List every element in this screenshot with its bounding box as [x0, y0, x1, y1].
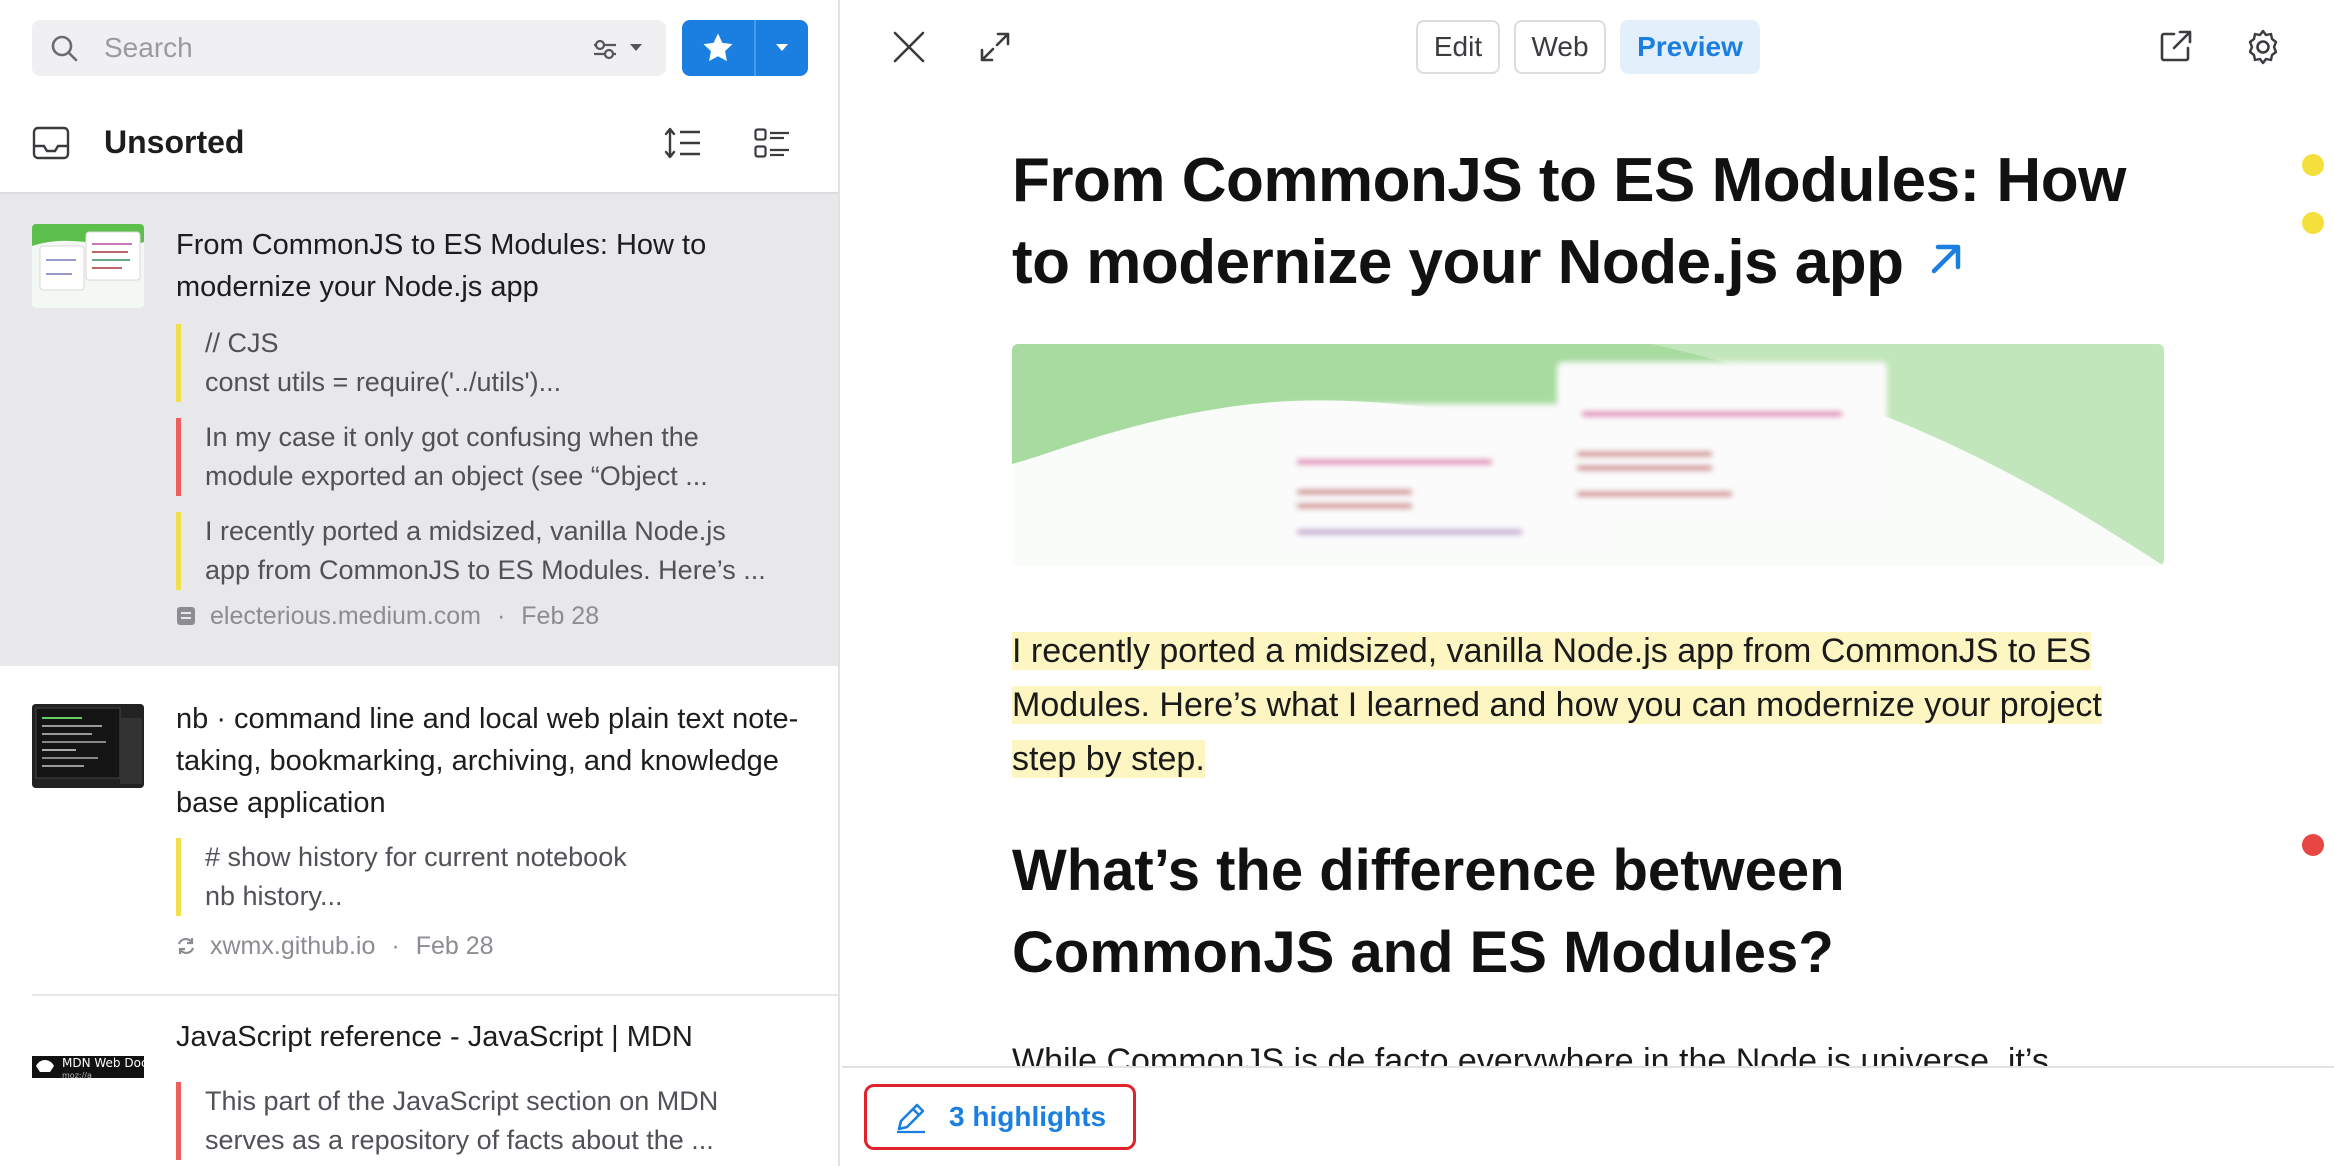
highlight-text: app from CommonJS to ES Modules. Here’s … [205, 555, 766, 585]
item-meta: xwmx.github.io · Feb 28 [176, 932, 494, 961]
article-title: From CommonJS to ES Modules: How to mode… [1012, 140, 2172, 304]
star-icon[interactable] [682, 20, 754, 76]
filter-icon[interactable] [592, 36, 618, 62]
item-highlight: In my case it only got confusing when th… [176, 418, 806, 496]
highlight-text: const utils = require('../utils')... [205, 367, 562, 397]
add-menu-dropdown[interactable] [756, 20, 808, 76]
article-heading: What’s the difference between CommonJS a… [1012, 838, 1845, 985]
highlight-text: In my case it only got confusing when th… [205, 422, 699, 452]
reader-footer: 3 highlights [842, 1066, 2334, 1166]
highlight-marker[interactable] [2302, 834, 2324, 856]
svg-text:MDN Web Docs: MDN Web Docs [62, 1056, 144, 1070]
item-domain: electerious.medium.com [210, 602, 481, 630]
item-title: From CommonJS to ES Modules: How to mode… [176, 229, 707, 303]
separator-dot: · [391, 932, 400, 960]
article-header: From CommonJS to ES Modules: How to mode… [1012, 140, 2172, 304]
item-thumbnail [32, 704, 144, 788]
edit-button[interactable]: Edit [1416, 20, 1500, 74]
close-icon[interactable] [892, 30, 926, 64]
view-mode-icon[interactable] [754, 128, 790, 158]
item-thumbnail: MDN Web Docsmoz://a [32, 1052, 144, 1082]
collection-header: Unsorted [0, 112, 838, 192]
article-icon [177, 607, 195, 625]
highlights-button[interactable]: 3 highlights [864, 1084, 1136, 1150]
item-thumbnail [32, 224, 144, 308]
external-link-arrow-icon[interactable] [1924, 237, 1968, 281]
highlights-label: 3 highlights [949, 1101, 1107, 1132]
item-title: nb · command line and local web plain te… [176, 703, 799, 819]
highlight-text: # show history for current notebook [205, 842, 627, 872]
separator-dot: · [496, 602, 506, 630]
bookmark-list-panel: Search Unsorted From CommonJS to ES Modu… [0, 0, 840, 1166]
expand-icon[interactable] [978, 30, 1012, 64]
collection-title: Unsorted [104, 124, 245, 160]
search-input[interactable]: Search [32, 20, 666, 76]
list-item[interactable]: nb · command line and local web plain te… [0, 666, 838, 994]
highlight-text: nb history... [205, 881, 343, 911]
highlight-text: serves as a repository of facts about th… [205, 1125, 714, 1155]
highlight-text: // CJS [205, 328, 279, 358]
search-placeholder: Search [104, 32, 193, 63]
preview-button[interactable]: Preview [1620, 20, 1760, 74]
item-meta: electerious.medium.com · Feb 28 [176, 602, 599, 631]
refresh-icon [177, 937, 195, 955]
search-icon [51, 35, 78, 62]
item-date: Feb 28 [521, 602, 600, 630]
highlight-marker[interactable] [2302, 212, 2324, 234]
article-paragraph: While CommonJS is de facto everywhere in… [1012, 1042, 2049, 1068]
chevron-down-icon[interactable] [630, 44, 642, 51]
svg-text:moz://a: moz://a [62, 1071, 92, 1080]
app-window: Search Unsorted From CommonJS to ES Modu… [0, 0, 2334, 1166]
chevron-down-icon [776, 44, 788, 51]
highlighted-text[interactable]: I recently ported a midsized, vanilla No… [1012, 632, 2102, 778]
item-highlight: I recently ported a midsized, vanilla No… [176, 512, 806, 590]
list-item[interactable]: MDN Web Docsmoz://a JavaScript reference… [0, 996, 838, 1166]
item-highlight: This part of the JavaScript section on M… [176, 1082, 806, 1160]
item-date: Feb 28 [415, 932, 494, 960]
reader-panel: Edit Web Preview From CommonJS to ES Mod… [842, 0, 2334, 1166]
sort-icon[interactable] [664, 126, 702, 160]
web-button[interactable]: Web [1514, 20, 1606, 74]
highlight-text: module exported an object (see “Object .… [205, 461, 708, 491]
inbox-icon [32, 126, 70, 160]
highlight-marker[interactable] [2302, 154, 2324, 176]
open-external-icon[interactable] [2158, 28, 2194, 64]
item-domain: xwmx.github.io [210, 932, 376, 960]
gear-icon[interactable] [2244, 28, 2282, 66]
pencil-icon [897, 1103, 925, 1134]
list-item[interactable]: From CommonJS to ES Modules: How to mode… [0, 194, 838, 666]
article-hero-image [1012, 344, 2164, 566]
item-highlight: # show history for current notebook nb h… [176, 838, 806, 916]
highlight-text: I recently ported a midsized, vanilla No… [205, 516, 726, 546]
article-intro: I recently ported a midsized, vanilla No… [1012, 624, 2172, 786]
item-highlight: // CJS const utils = require('../utils')… [176, 324, 806, 402]
add-bookmark-button[interactable] [682, 20, 808, 76]
highlight-text: This part of the JavaScript section on M… [205, 1086, 719, 1116]
item-title: JavaScript reference - JavaScript | MDN [176, 1021, 693, 1053]
